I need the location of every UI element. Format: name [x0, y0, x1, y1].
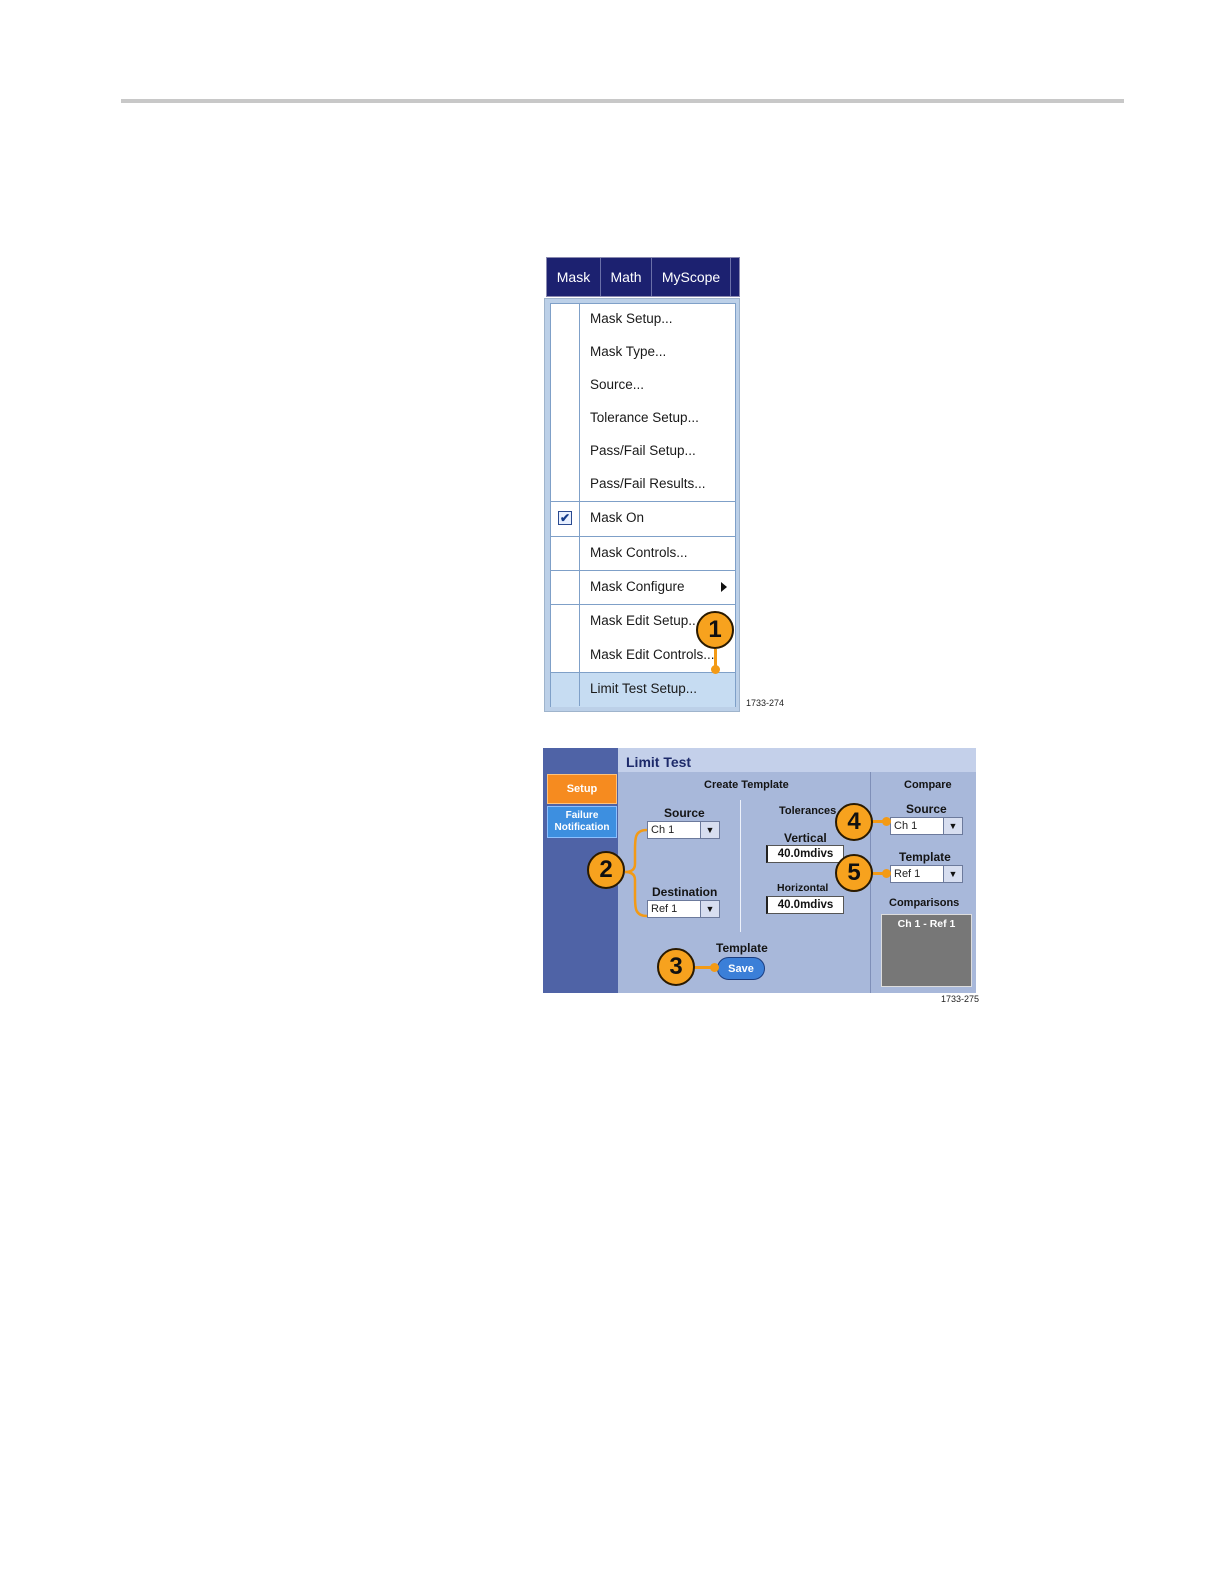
menu-item-label: Limit Test Setup...	[590, 681, 698, 696]
menu-item-label: Mask Controls...	[590, 545, 688, 560]
source-value: Ch 1	[651, 824, 675, 836]
menu-gutter	[551, 304, 580, 706]
dropdown-arrow-icon[interactable]: ▼	[943, 818, 962, 834]
save-template-button[interactable]: Save	[717, 957, 765, 980]
compare-template-dropdown[interactable]: Ref 1 ▼	[890, 865, 963, 883]
menu-separator	[551, 672, 735, 673]
menu-tab-mask[interactable]: Mask	[547, 258, 601, 296]
menu-item-label: Mask On	[590, 510, 645, 525]
menu-tab-myscope[interactable]: MyScope	[652, 258, 731, 296]
compare-source-dropdown[interactable]: Ch 1 ▼	[890, 817, 963, 835]
source-dropdown[interactable]: Ch 1 ▼	[647, 821, 720, 839]
menu-separator	[551, 536, 735, 537]
dropdown-arrow-icon[interactable]: ▼	[943, 866, 962, 882]
callout-3: 3	[657, 948, 695, 986]
figure-id: 1733-274	[746, 698, 785, 708]
horizontal-tolerance-field[interactable]: 40.0mdivs	[766, 896, 844, 914]
tab-setup[interactable]: Setup	[547, 774, 617, 804]
menu-item-label: Mask Type...	[590, 344, 667, 359]
destination-label: Destination	[652, 885, 718, 899]
callout-2: 2	[587, 851, 625, 889]
comparison-item[interactable]: Ch 1 - Ref 1	[882, 918, 971, 930]
vertical-tolerance-field[interactable]: 40.0mdivs	[766, 845, 844, 863]
submenu-arrow-icon	[721, 582, 727, 592]
callout-4: 4	[835, 803, 873, 841]
callout-dot	[882, 869, 891, 878]
checkbox-checked-icon[interactable]: ✔	[558, 511, 572, 525]
bracket-connector	[624, 828, 648, 918]
tab-label-line: Notification	[554, 822, 610, 833]
section-divider	[740, 800, 741, 932]
source-label: Source	[664, 806, 705, 820]
callout-dot	[882, 817, 891, 826]
destination-value: Ref 1	[651, 903, 678, 915]
tolerances-label: Tolerances	[779, 805, 837, 817]
menu-separator	[551, 501, 735, 502]
menu-separator	[551, 604, 735, 605]
horizontal-label: Horizontal	[777, 882, 829, 894]
callout-1: 1	[696, 611, 734, 649]
menu-item-label: Mask Setup...	[590, 311, 673, 326]
tab-label-line: Failure	[565, 810, 599, 821]
compare-source-value: Ch 1	[894, 820, 918, 832]
callout-dot	[710, 963, 719, 972]
compare-source-label: Source	[906, 802, 947, 816]
mask-dropdown-menu: Mask Setup... Mask Type... Source... Tol…	[544, 298, 740, 712]
menu-item-label: Pass/Fail Results...	[590, 476, 706, 491]
compare-template-value: Ref 1	[894, 868, 921, 880]
dropdown-arrow-icon[interactable]: ▼	[700, 822, 719, 838]
template-label: Template	[716, 941, 768, 955]
figure-id: 1733-275	[941, 994, 980, 1004]
callout-5: 5	[835, 854, 873, 892]
comparisons-label: Comparisons	[889, 897, 960, 909]
menu-item-label: Mask Edit Setup...	[590, 613, 700, 628]
menu-item-label: Source...	[590, 377, 645, 392]
page-header-rule	[121, 99, 1124, 103]
compare-template-label: Template	[899, 850, 951, 864]
tab-failure-notification[interactable]: Failure Notification	[547, 806, 617, 838]
menu-tab-math[interactable]: Math	[601, 258, 652, 296]
menu-item-label: Mask Edit Controls...	[590, 647, 715, 662]
menu-item-label: Mask Configure	[590, 579, 685, 594]
panel-title: Limit Test	[626, 754, 692, 770]
menu-bar: Mask Math MyScope	[546, 257, 740, 297]
menu-item-label: Tolerance Setup...	[590, 410, 699, 425]
create-template-heading: Create Template	[704, 779, 789, 791]
comparisons-list[interactable]: Ch 1 - Ref 1	[881, 914, 972, 987]
callout-dot	[711, 665, 720, 674]
compare-heading: Compare	[904, 779, 952, 791]
dropdown-arrow-icon[interactable]: ▼	[700, 901, 719, 917]
menu-item-label: Pass/Fail Setup...	[590, 443, 696, 458]
destination-dropdown[interactable]: Ref 1 ▼	[647, 900, 720, 918]
menu-separator	[551, 570, 735, 571]
vertical-label: Vertical	[784, 831, 827, 845]
